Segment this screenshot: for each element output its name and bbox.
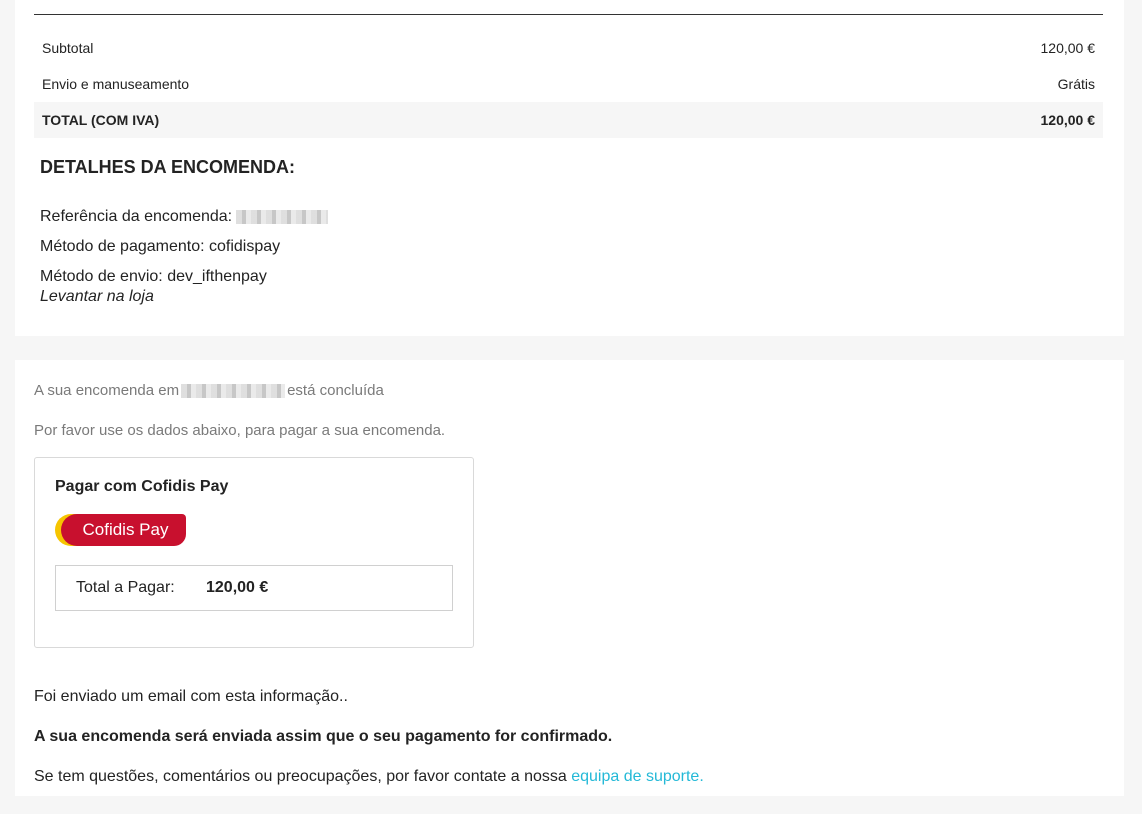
total-label: TOTAL (COM IVA): [42, 112, 160, 128]
total-value: 120,00 €: [1040, 112, 1096, 128]
shipping-method: Método de envio: dev_ifthenpay: [40, 268, 267, 285]
total-to-pay-box: Total a Pagar: 120,00 €: [55, 565, 453, 611]
payment-confirmation-card: A sua encomenda em está concluída Por fav…: [15, 360, 1124, 796]
order-summary-card: Subtotal 120,00 € Envio e manuseamento G…: [15, 0, 1124, 336]
subtotal-value: 120,00 €: [1040, 40, 1096, 56]
order-complete-prefix: A sua encomenda em: [34, 382, 180, 399]
total-to-pay-value: 120,00 €: [206, 579, 269, 596]
shipping-notice: A sua encomenda será enviada assim que o…: [34, 728, 613, 745]
cofidis-pay-logo: Cofidis Pay: [55, 514, 186, 546]
pickup-note: Levantar na loja: [40, 288, 154, 305]
total-to-pay-label: Total a Pagar:: [76, 579, 175, 596]
email-sent-message: Foi enviado um email com esta informação…: [34, 688, 348, 705]
order-reference: Referência da encomenda:: [40, 208, 329, 226]
subtotal-row: Subtotal 120,00 €: [34, 30, 1103, 66]
summary-divider: [34, 14, 1103, 15]
contact-prefix: Se tem questões, comentários ou preocupa…: [34, 768, 567, 785]
order-reference-label: Referência da encomenda:: [40, 208, 233, 225]
shipping-value: Grátis: [1057, 76, 1095, 92]
support-team-link[interactable]: equipa de suporte.: [571, 768, 704, 785]
payment-instructions: Por favor use os dados abaixo, para paga…: [34, 422, 446, 439]
contact-message: Se tem questões, comentários ou preocupa…: [34, 768, 704, 786]
shipping-row: Envio e manuseamento Grátis: [34, 66, 1103, 102]
redacted-shop-name: [181, 384, 286, 399]
payment-box-title: Pagar com Cofidis Pay: [55, 478, 229, 495]
order-complete-suffix: está concluída: [287, 382, 384, 399]
cofidis-payment-box: Pagar com Cofidis Pay Cofidis Pay Total …: [34, 457, 474, 648]
total-row: TOTAL (COM IVA) 120,00 €: [34, 102, 1103, 138]
logo-text: Cofidis Pay: [61, 514, 186, 546]
shipping-label: Envio e manuseamento: [42, 76, 190, 92]
subtotal-label: Subtotal: [42, 40, 94, 56]
order-details-title: DETALHES DA ENCOMENDA:: [40, 157, 295, 177]
payment-method: Método de pagamento: cofidispay: [40, 238, 281, 255]
order-complete-message: A sua encomenda em está concluída: [34, 382, 384, 399]
redacted-reference: [236, 209, 329, 224]
